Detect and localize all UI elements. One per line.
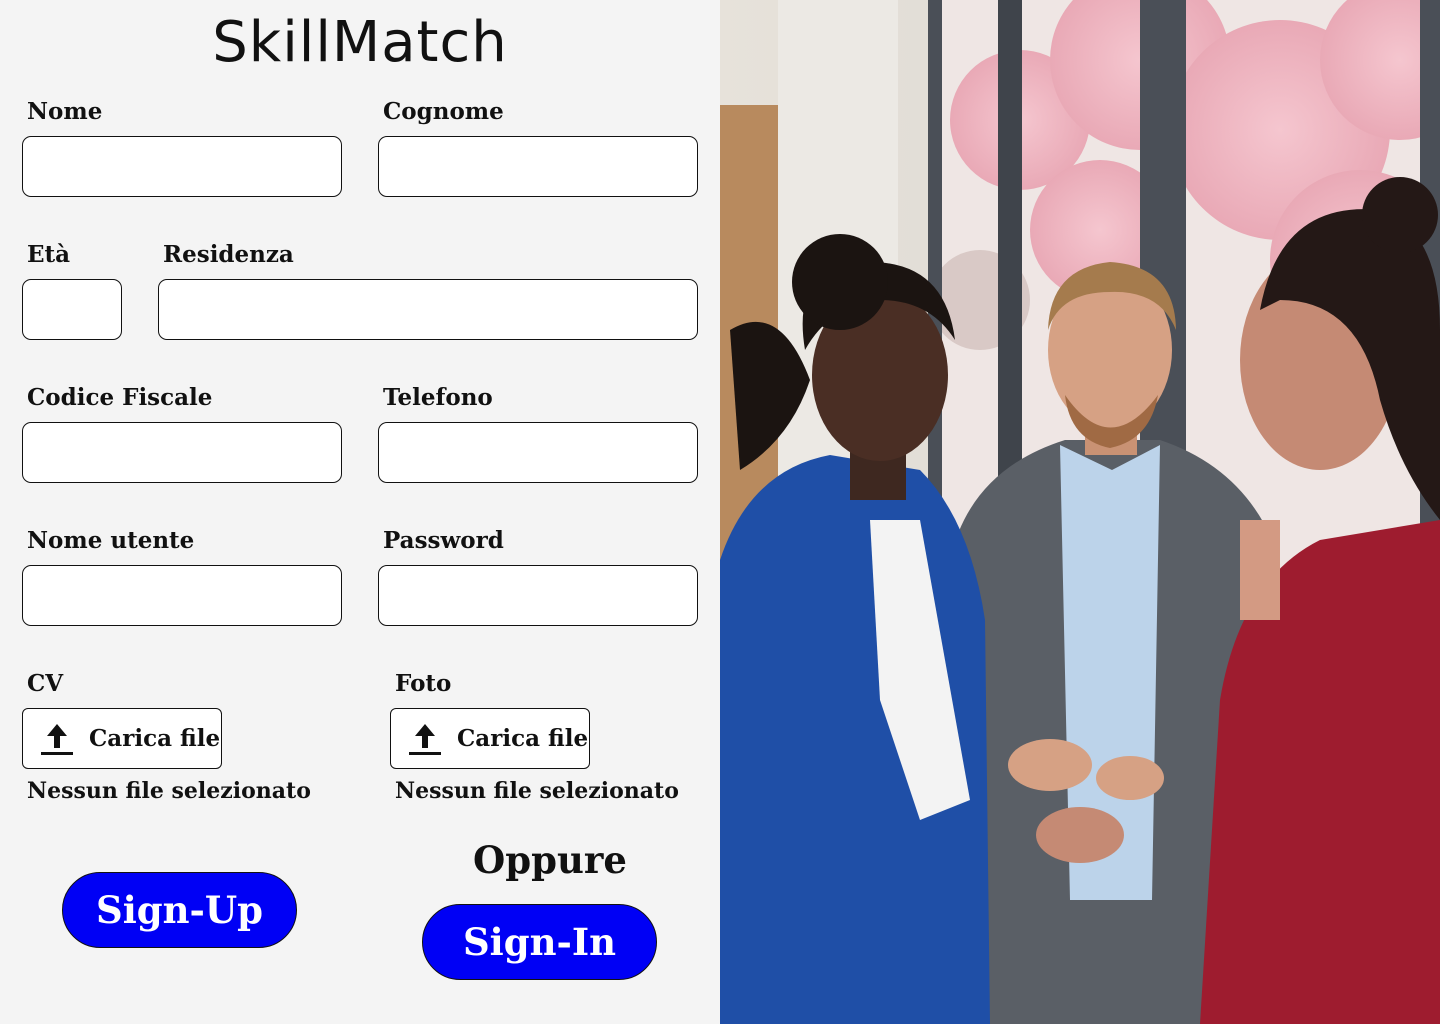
nome-input[interactable] [22, 136, 342, 197]
eta-input[interactable] [22, 279, 122, 340]
signin-button[interactable]: Sign-In [422, 904, 657, 980]
nome-label: Nome [27, 98, 103, 125]
cv-file-status: Nessun file selezionato [27, 778, 311, 804]
nome-utente-input[interactable] [22, 565, 342, 626]
residenza-input[interactable] [158, 279, 698, 340]
cv-upload-button[interactable]: Carica file [22, 708, 222, 769]
codice-fiscale-label: Codice Fiscale [27, 384, 213, 411]
eta-label: Età [27, 241, 71, 268]
foto-file-status: Nessun file selezionato [395, 778, 679, 804]
app-title: SkillMatch [212, 10, 508, 75]
nome-utente-label: Nome utente [27, 527, 195, 554]
codice-fiscale-input[interactable] [22, 422, 342, 483]
signup-form-panel: SkillMatch Nome Cognome Età Residenza Co… [0, 0, 720, 1024]
password-input[interactable] [378, 565, 698, 626]
signup-button[interactable]: Sign-Up [62, 872, 297, 948]
upload-icon [409, 723, 441, 755]
people-meeting-illustration [720, 0, 1440, 1024]
cognome-input[interactable] [378, 136, 698, 197]
cv-upload-label: Carica file [89, 725, 221, 752]
foto-label: Foto [395, 670, 452, 697]
cv-label: CV [27, 670, 64, 697]
upload-icon [41, 723, 73, 755]
telefono-input[interactable] [378, 422, 698, 483]
foto-upload-label: Carica file [457, 725, 589, 752]
telefono-label: Telefono [383, 384, 493, 411]
cognome-label: Cognome [383, 98, 504, 125]
password-label: Password [383, 527, 504, 554]
hero-photo [720, 0, 1440, 1024]
residenza-label: Residenza [163, 241, 294, 268]
foto-upload-button[interactable]: Carica file [390, 708, 590, 769]
or-separator: Oppure [473, 838, 627, 882]
